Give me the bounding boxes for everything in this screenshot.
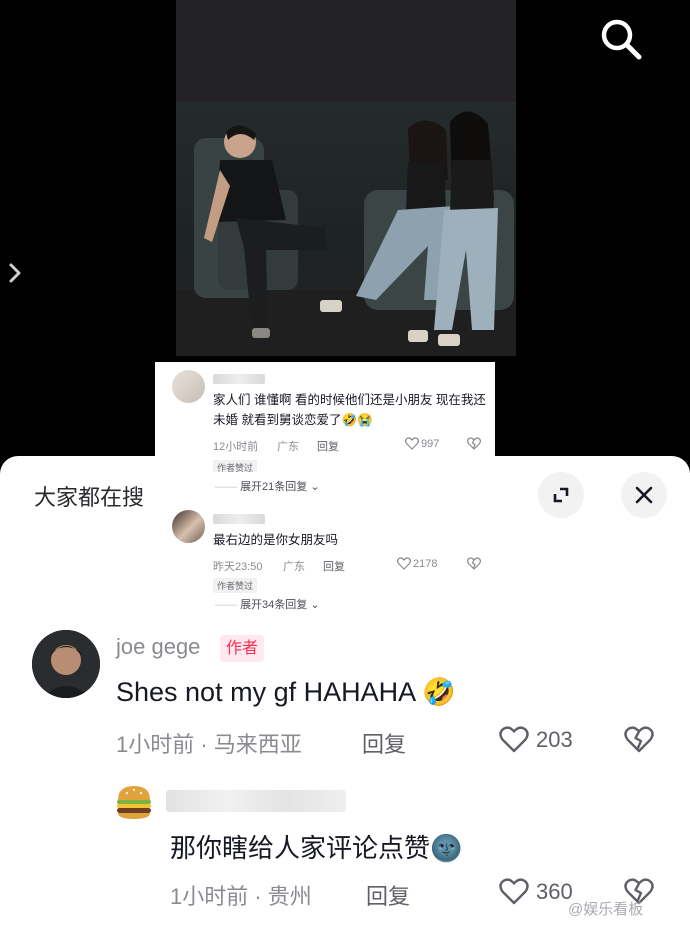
comment-card-2: —— 展开21条回复 ⌄ 最右边的是你女朋友吗 昨天23:50 广东 回复 21… [155,472,495,618]
comment-text: 最右边的是你女朋友吗 [213,533,339,547]
comment-text: Shes not my gf HAHAHA 🤣 [116,677,456,707]
reply-button[interactable]: 回复 [366,879,410,911]
comment-card-1: 家人们 谁懂啊 看的时候他们还是小朋友 现在我还未婚 就看到舅谈恋爱了🤣😭 12… [155,362,495,475]
like-count: 2178 [413,558,438,570]
avatar[interactable] [32,630,100,698]
search-icon[interactable] [598,16,644,62]
avatar[interactable] [172,370,205,403]
dislike-icon[interactable] [467,557,481,573]
comment-text: 家人们 谁懂啊 看的时候他们还是小朋友 现在我还未婚 就看到舅谈恋爱了🤣😭 [213,393,486,427]
reply-button[interactable]: 回复 [317,438,339,454]
comment-text: 那你瞎给人家评论点赞🌚 [170,833,463,863]
comment-location: 广东 [283,561,305,573]
comment-meta: 1小时前 · 马来西亚 [116,732,302,757]
expand-replies[interactable]: —— 展开21条回复 ⌄ [215,478,320,494]
comment-meta: 1小时前 · 贵州 [170,884,312,909]
expand-icon [553,487,569,503]
sheet-title: 大家都在搜 [34,485,145,510]
heart-icon[interactable] [499,878,529,909]
username-blurred [213,374,265,384]
watermark: @娱乐看板 [568,901,644,918]
expand-replies[interactable]: —— 展开34条回复 ⌄ [215,596,320,612]
comment-location: 广东 [277,441,299,453]
expand-button[interactable] [538,472,584,518]
video-photo [176,0,516,356]
heart-icon[interactable] [405,437,419,453]
photo-scene [176,111,516,356]
reply-button[interactable]: 回复 [362,727,406,759]
close-icon [635,486,653,504]
heart-icon[interactable] [499,726,529,757]
heart-icon[interactable] [397,557,411,573]
dislike-icon[interactable] [467,437,481,453]
close-button[interactable] [621,472,667,518]
comment-time: 12小时前 [213,441,259,453]
author-badge: 作者 [220,635,265,662]
dislike-icon[interactable] [624,726,654,757]
author-liked-tag: 作者赞过 [213,578,258,593]
username-blurred [166,790,346,812]
username[interactable]: joe gege [116,634,200,660]
comment-time: 昨天23:50 [213,561,263,573]
like-count: 203 [536,727,573,752]
avatar[interactable] [172,510,205,543]
chevron-right-icon[interactable] [6,262,26,284]
username-blurred [213,514,265,524]
burger-avatar-icon[interactable] [112,780,156,824]
like-count: 997 [421,438,440,450]
reply-button[interactable]: 回复 [323,558,345,574]
